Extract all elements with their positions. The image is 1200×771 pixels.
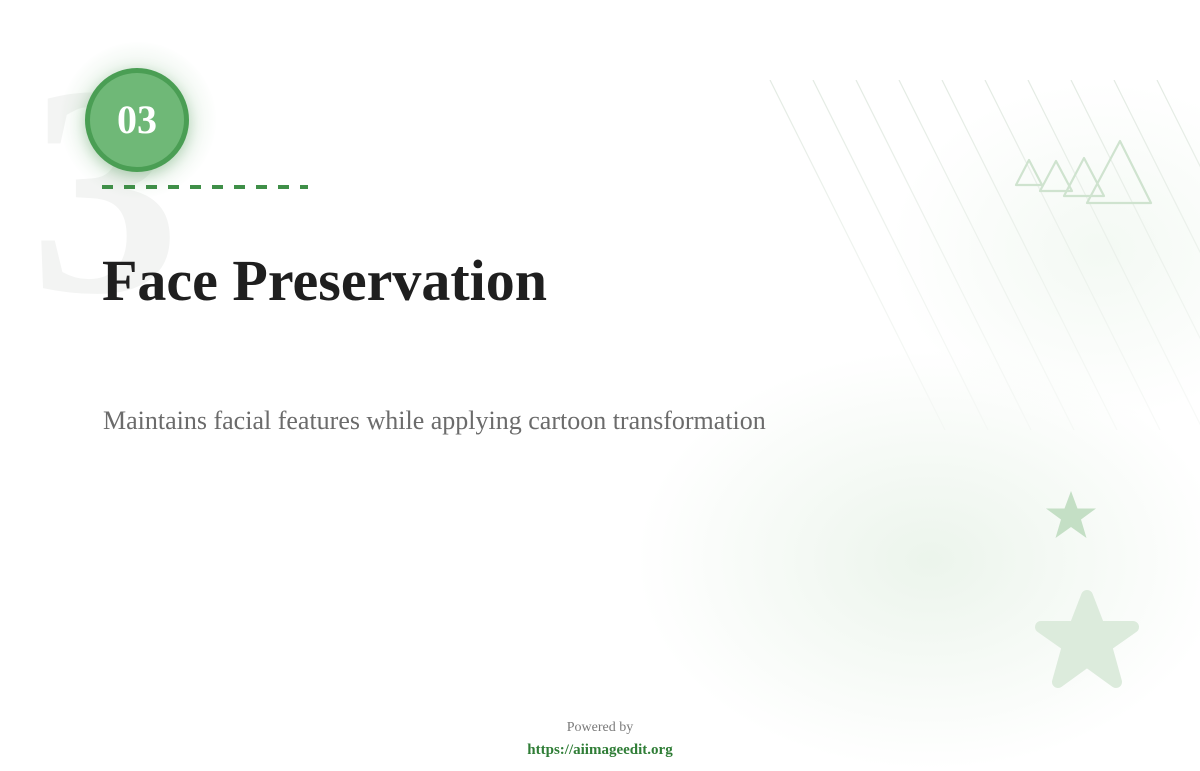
triangle-outline-icon [1014,139,1153,205]
rounded-star-icon [1035,590,1139,688]
diagonal-stripes-decoration [769,80,1200,430]
step-number-badge: 03 [85,68,189,172]
footer: Powered by https://aiimageedit.org [0,719,1200,760]
feature-slide: 3 03 [0,0,1200,771]
website-link[interactable]: https://aiimageedit.org [527,740,672,760]
step-number: 03 [117,97,157,142]
feature-title: Face Preservation [102,248,548,313]
dashed-divider [102,185,308,189]
feature-description: Maintains facial features while applying… [103,406,766,435]
star-icon [1046,491,1096,538]
powered-by-label: Powered by [566,720,634,735]
